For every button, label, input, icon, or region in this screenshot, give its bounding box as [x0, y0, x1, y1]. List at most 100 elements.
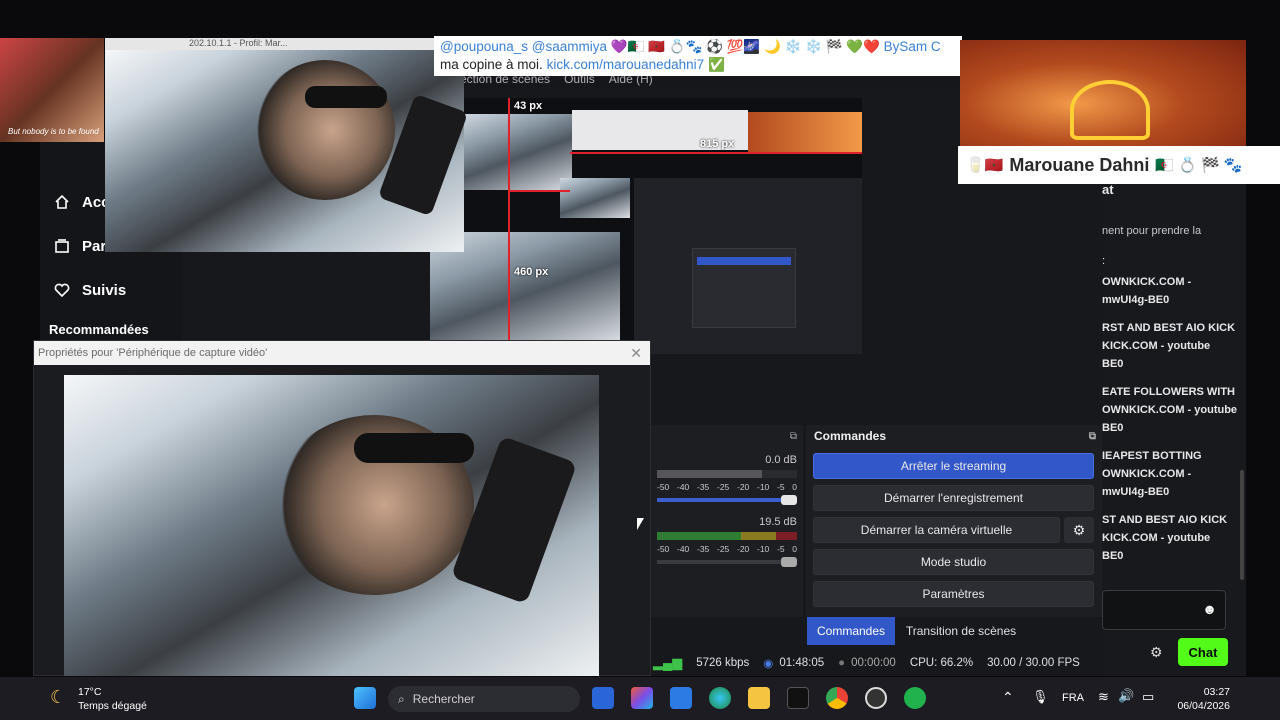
chart-app-icon[interactable] — [787, 687, 809, 709]
language-indicator[interactable]: FRA — [1062, 692, 1084, 704]
chat-input[interactable]: ☻ — [1102, 590, 1226, 630]
kick-link[interactable]: kick.com/marouanedahni7 — [547, 57, 705, 72]
app-icon-1[interactable] — [592, 687, 614, 709]
signal-icon: ▂▄▆ — [653, 655, 683, 670]
chat-line: BE0 — [1102, 550, 1124, 562]
tab-commands[interactable]: Commandes — [807, 617, 895, 645]
gear-icon: ⚙ — [1072, 521, 1086, 538]
stop-streaming-button[interactable]: Arrêter le streaming — [813, 453, 1094, 479]
mixer-channel1-volume-slider[interactable] — [657, 495, 797, 505]
chat-intro: nent pour prendre la — [1102, 225, 1202, 237]
social-text-overlay: @poupouna_s @saammiya 💜🇩🇿 🇲🇦 💍🐾 ⚽ 💯🌌 🌙 ❄… — [434, 36, 962, 76]
audio-mixer: ⧉ 0.0 dB -50 -40 -35 -25 -20 -10 -5 0 19.5 dB -… — [651, 425, 803, 617]
sidebar-item-following[interactable]: Suivis — [40, 268, 182, 312]
mixer-channel1-meter — [657, 470, 797, 478]
avatar-caption: But nobody is to be found — [8, 127, 99, 136]
chat-line: RST AND BEST AIO KICK — [1102, 322, 1236, 334]
browser-tab-text: 202.10.1.1 - Profil: Mar... — [189, 38, 288, 48]
preview-nested-image — [748, 112, 862, 152]
obs-preview[interactable]: 43 px 815 px 460 px — [430, 98, 862, 354]
chat-line: KICK.COM - youtube — [1102, 532, 1211, 544]
chrome-icon[interactable] — [826, 687, 848, 709]
volume-icon[interactable]: 🔊 — [1118, 688, 1134, 704]
preview-nested-cam — [560, 178, 630, 218]
virtual-camera-settings-button[interactable]: ⚙ — [1064, 517, 1094, 543]
file-explorer-icon[interactable] — [748, 687, 770, 709]
search-icon: ⌕ — [398, 691, 405, 706]
battery-icon[interactable]: ▭ — [1142, 689, 1154, 705]
close-icon[interactable]: ✕ — [630, 345, 642, 362]
obs-icon[interactable] — [865, 687, 887, 709]
chat-line: KICK.COM - youtube — [1102, 340, 1211, 352]
slider-knob[interactable] — [781, 495, 797, 505]
social-line-2-text: ma copine à moi. — [440, 57, 543, 72]
chat-send-button[interactable]: Chat — [1178, 638, 1228, 666]
start-virtual-camera-button[interactable]: Démarrer la caméra virtuelle — [813, 517, 1060, 543]
chat-line: OWNKICK.COM - — [1102, 276, 1192, 288]
recording-icon: ● — [838, 657, 846, 669]
mixer-scale: -50 -40 -35 -25 -20 -10 -5 0 — [657, 482, 797, 492]
heart-icon — [54, 283, 70, 298]
streaming-icon: ◉ — [763, 658, 774, 670]
mixer-header: ⧉ — [651, 425, 803, 442]
slider-knob[interactable] — [781, 557, 797, 567]
person-head — [255, 60, 395, 200]
taskbar-search[interactable]: ⌕ Rechercher — [388, 686, 580, 712]
chat-app-icon[interactable] — [904, 687, 926, 709]
chat-settings-gear-icon[interactable]: ⚙ — [1150, 644, 1163, 661]
cpu-usage: CPU: 66.2% — [909, 657, 974, 669]
properties-titlebar[interactable]: Propriétés pour 'Périphérique de capture… — [34, 341, 650, 365]
preview-nested-primary-button — [697, 257, 791, 265]
name-tag-emojis-right: 🇩🇿 💍 🏁 🐾 — [1155, 157, 1243, 174]
emoji-icon[interactable]: ☻ — [1202, 601, 1217, 617]
obs-statusbar: ▂▄▆ 5726 kbps ◉ 01:48:05 ● 00:00:00 CPU:… — [651, 650, 1102, 676]
edge-icon[interactable] — [709, 687, 731, 709]
chat-scrollbar[interactable] — [1240, 470, 1244, 580]
record-time: 00:00:00 — [851, 657, 896, 669]
weather-text: Temps dégagé — [78, 700, 147, 712]
clock[interactable]: 03:27 06/04/2026 — [1177, 685, 1230, 713]
name-tag-emojis-left: 🥛🇲🇦 — [966, 157, 1004, 174]
measure-line-right — [570, 152, 862, 154]
wifi-icon[interactable]: ≋ — [1098, 689, 1109, 705]
undock-icon[interactable]: ⧉ — [1089, 431, 1096, 442]
mixer-channel2-meter — [657, 532, 797, 540]
measure-line-vertical — [508, 98, 510, 354]
microphone-icon[interactable]: 🎙 — [1032, 689, 1049, 705]
settings-button[interactable]: Paramètres — [813, 581, 1094, 607]
search-placeholder: Rechercher — [412, 692, 475, 706]
heart-neon-shape — [1070, 80, 1150, 140]
preview-camera-source[interactable] — [464, 114, 572, 190]
tab-scene-transition[interactable]: Transition de scènes — [897, 617, 1025, 645]
bitrate: 5726 kbps — [696, 657, 750, 669]
mail-icon[interactable] — [670, 687, 692, 709]
measure-label-bottom: 460 px — [514, 266, 549, 278]
chat-line: OWNKICK.COM - — [1102, 468, 1192, 480]
sunglasses — [354, 433, 474, 463]
weather-moon-icon: ☾ — [50, 687, 67, 707]
windows-start-icon[interactable] — [354, 687, 376, 709]
sidebar-item-label: Par — [82, 237, 107, 255]
stream-time: 01:48:05 — [779, 657, 825, 669]
name-tag-name: Marouane Dahni — [1009, 154, 1150, 175]
studio-mode-button[interactable]: Mode studio — [813, 549, 1094, 575]
webcam-overlay — [105, 50, 469, 252]
recommended-heading: Recommandées — [49, 322, 149, 337]
chat-line: mwUI4g-BE0 — [1102, 294, 1170, 306]
weather-widget[interactable]: 17°C Temps dégagé — [78, 685, 147, 713]
home-icon — [55, 194, 69, 209]
mixer-channel2-volume-slider[interactable] — [657, 557, 797, 567]
copilot-icon[interactable] — [631, 687, 653, 709]
romance-image-overlay — [960, 40, 1246, 146]
undock-icon[interactable]: ⧉ — [790, 431, 797, 442]
chat-intro-colon: : — [1102, 255, 1106, 267]
chevron-up-icon[interactable]: ⌃ — [1002, 689, 1014, 706]
mouse-cursor-icon — [637, 518, 644, 530]
avatar-overlay: But nobody is to be found — [0, 38, 104, 142]
chat-line: BE0 — [1102, 422, 1124, 434]
measure-label-right: 815 px — [700, 138, 735, 150]
verified-icon: ✅ — [707, 57, 725, 72]
start-recording-button[interactable]: Démarrer l'enregistrement — [813, 485, 1094, 511]
measure-line-horizontal — [508, 190, 570, 192]
mixer-channel1-db: 0.0 dB — [765, 454, 797, 466]
